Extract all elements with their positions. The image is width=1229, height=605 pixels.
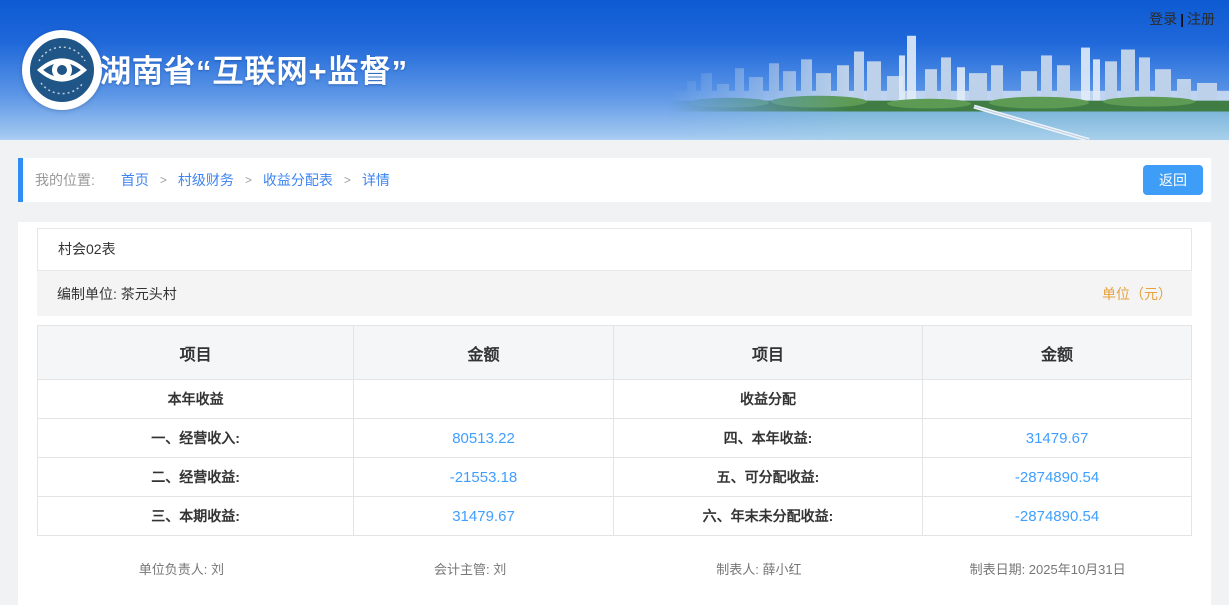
row-value: -2874890.54 (922, 496, 1192, 536)
table-row: 三、本期收益: 31479.67 六、年末未分配收益: -2874890.54 (36, 496, 1192, 536)
city-skyline-image (669, 35, 1229, 140)
eye-logo-icon (28, 36, 96, 104)
accounting-supervisor: 会计主管: 刘 (434, 561, 507, 577)
row-label: 四、本年收益: (612, 418, 924, 458)
prepared-by-label: 编制单位: (57, 285, 117, 302)
auth-links: 登录 | 注册 (1149, 9, 1215, 29)
prepared-by-value: 茶元头村 (120, 285, 177, 302)
table-row: 一、经营收入: 80513.22 四、本年收益: 31479.67 (36, 418, 1192, 458)
report-card: 村会02表 编制单位: 茶元头村 单位（元） 项目 金额 项目 金额 本年收益 … (18, 222, 1211, 605)
breadcrumb-accent (18, 158, 23, 202)
row-value: 31479.67 (353, 496, 614, 536)
row-label: 一、经营收入: (36, 418, 355, 458)
register-link[interactable]: 注册 (1187, 9, 1215, 29)
row-label: 本年收益 (36, 379, 355, 419)
breadcrumb-separator: > (244, 173, 252, 187)
prepared-by: 编制单位: 茶元头村 (57, 284, 177, 304)
breadcrumb-separator: > (159, 173, 167, 187)
column-header-item: 项目 (36, 325, 355, 380)
row-value (353, 379, 614, 419)
login-link[interactable]: 登录 (1149, 9, 1177, 29)
row-label: 二、经营收益: (36, 457, 355, 497)
signature-row: 单位负责人: 刘 会计主管: 刘 制表人: 薛小红 制表日期: 2025年10月… (37, 536, 1192, 600)
breadcrumb-bar: 我的位置: 首页 > 村级财务 > 收益分配表 > 详情 返回 (18, 158, 1211, 202)
row-label: 五、可分配收益: (612, 457, 924, 497)
back-button[interactable]: 返回 (1143, 165, 1203, 195)
table-code: 村会02表 (37, 228, 1192, 271)
row-label: 收益分配 (612, 379, 924, 419)
breadcrumb-separator: > (343, 173, 351, 187)
row-label: 六、年末未分配收益: (612, 496, 924, 536)
row-value: -2874890.54 (922, 457, 1192, 497)
breadcrumb-village-finance[interactable]: 村级财务 (178, 170, 234, 190)
unit-responsible-person: 单位负责人: 刘 (138, 561, 224, 577)
table-row: 二、经营收益: -21553.18 五、可分配收益: -2874890.54 (36, 457, 1192, 497)
site-title: 湖南省“互联网+监督” (100, 54, 409, 89)
breadcrumb-income-distribution[interactable]: 收益分配表 (263, 170, 333, 190)
breadcrumb-home[interactable]: 首页 (121, 170, 149, 190)
row-label: 三、本期收益: (36, 496, 355, 536)
table-row: 本年收益 收益分配 (36, 379, 1192, 419)
site-logo[interactable] (22, 30, 102, 110)
breadcrumb-label: 我的位置: (35, 172, 95, 188)
table-header-row: 项目 金额 项目 金额 (36, 325, 1192, 380)
site-header: 湖南省“互联网+监督” 登录 | 注册 (0, 0, 1229, 140)
column-header-item: 项目 (612, 325, 924, 380)
breadcrumb: 首页 > 村级财务 > 收益分配表 > 详情 (121, 170, 390, 190)
table-maker: 制表人: 薛小红 (716, 561, 802, 577)
row-value: -21553.18 (353, 457, 614, 497)
income-distribution-table: 项目 金额 项目 金额 本年收益 收益分配 一、经营收入: 80513.22 四… (36, 325, 1192, 536)
column-header-amount: 金额 (353, 325, 614, 380)
unit-label: 单位（元） (1102, 285, 1172, 302)
breadcrumb-detail[interactable]: 详情 (362, 170, 390, 190)
row-value: 80513.22 (353, 418, 614, 458)
column-header-amount: 金额 (922, 325, 1192, 380)
table-date: 制表日期: 2025年10月31日 (969, 561, 1126, 577)
unit-bar: 编制单位: 茶元头村 单位（元） (37, 271, 1192, 316)
row-value (922, 379, 1192, 419)
row-value: 31479.67 (922, 418, 1192, 458)
auth-divider: | (1180, 11, 1184, 27)
